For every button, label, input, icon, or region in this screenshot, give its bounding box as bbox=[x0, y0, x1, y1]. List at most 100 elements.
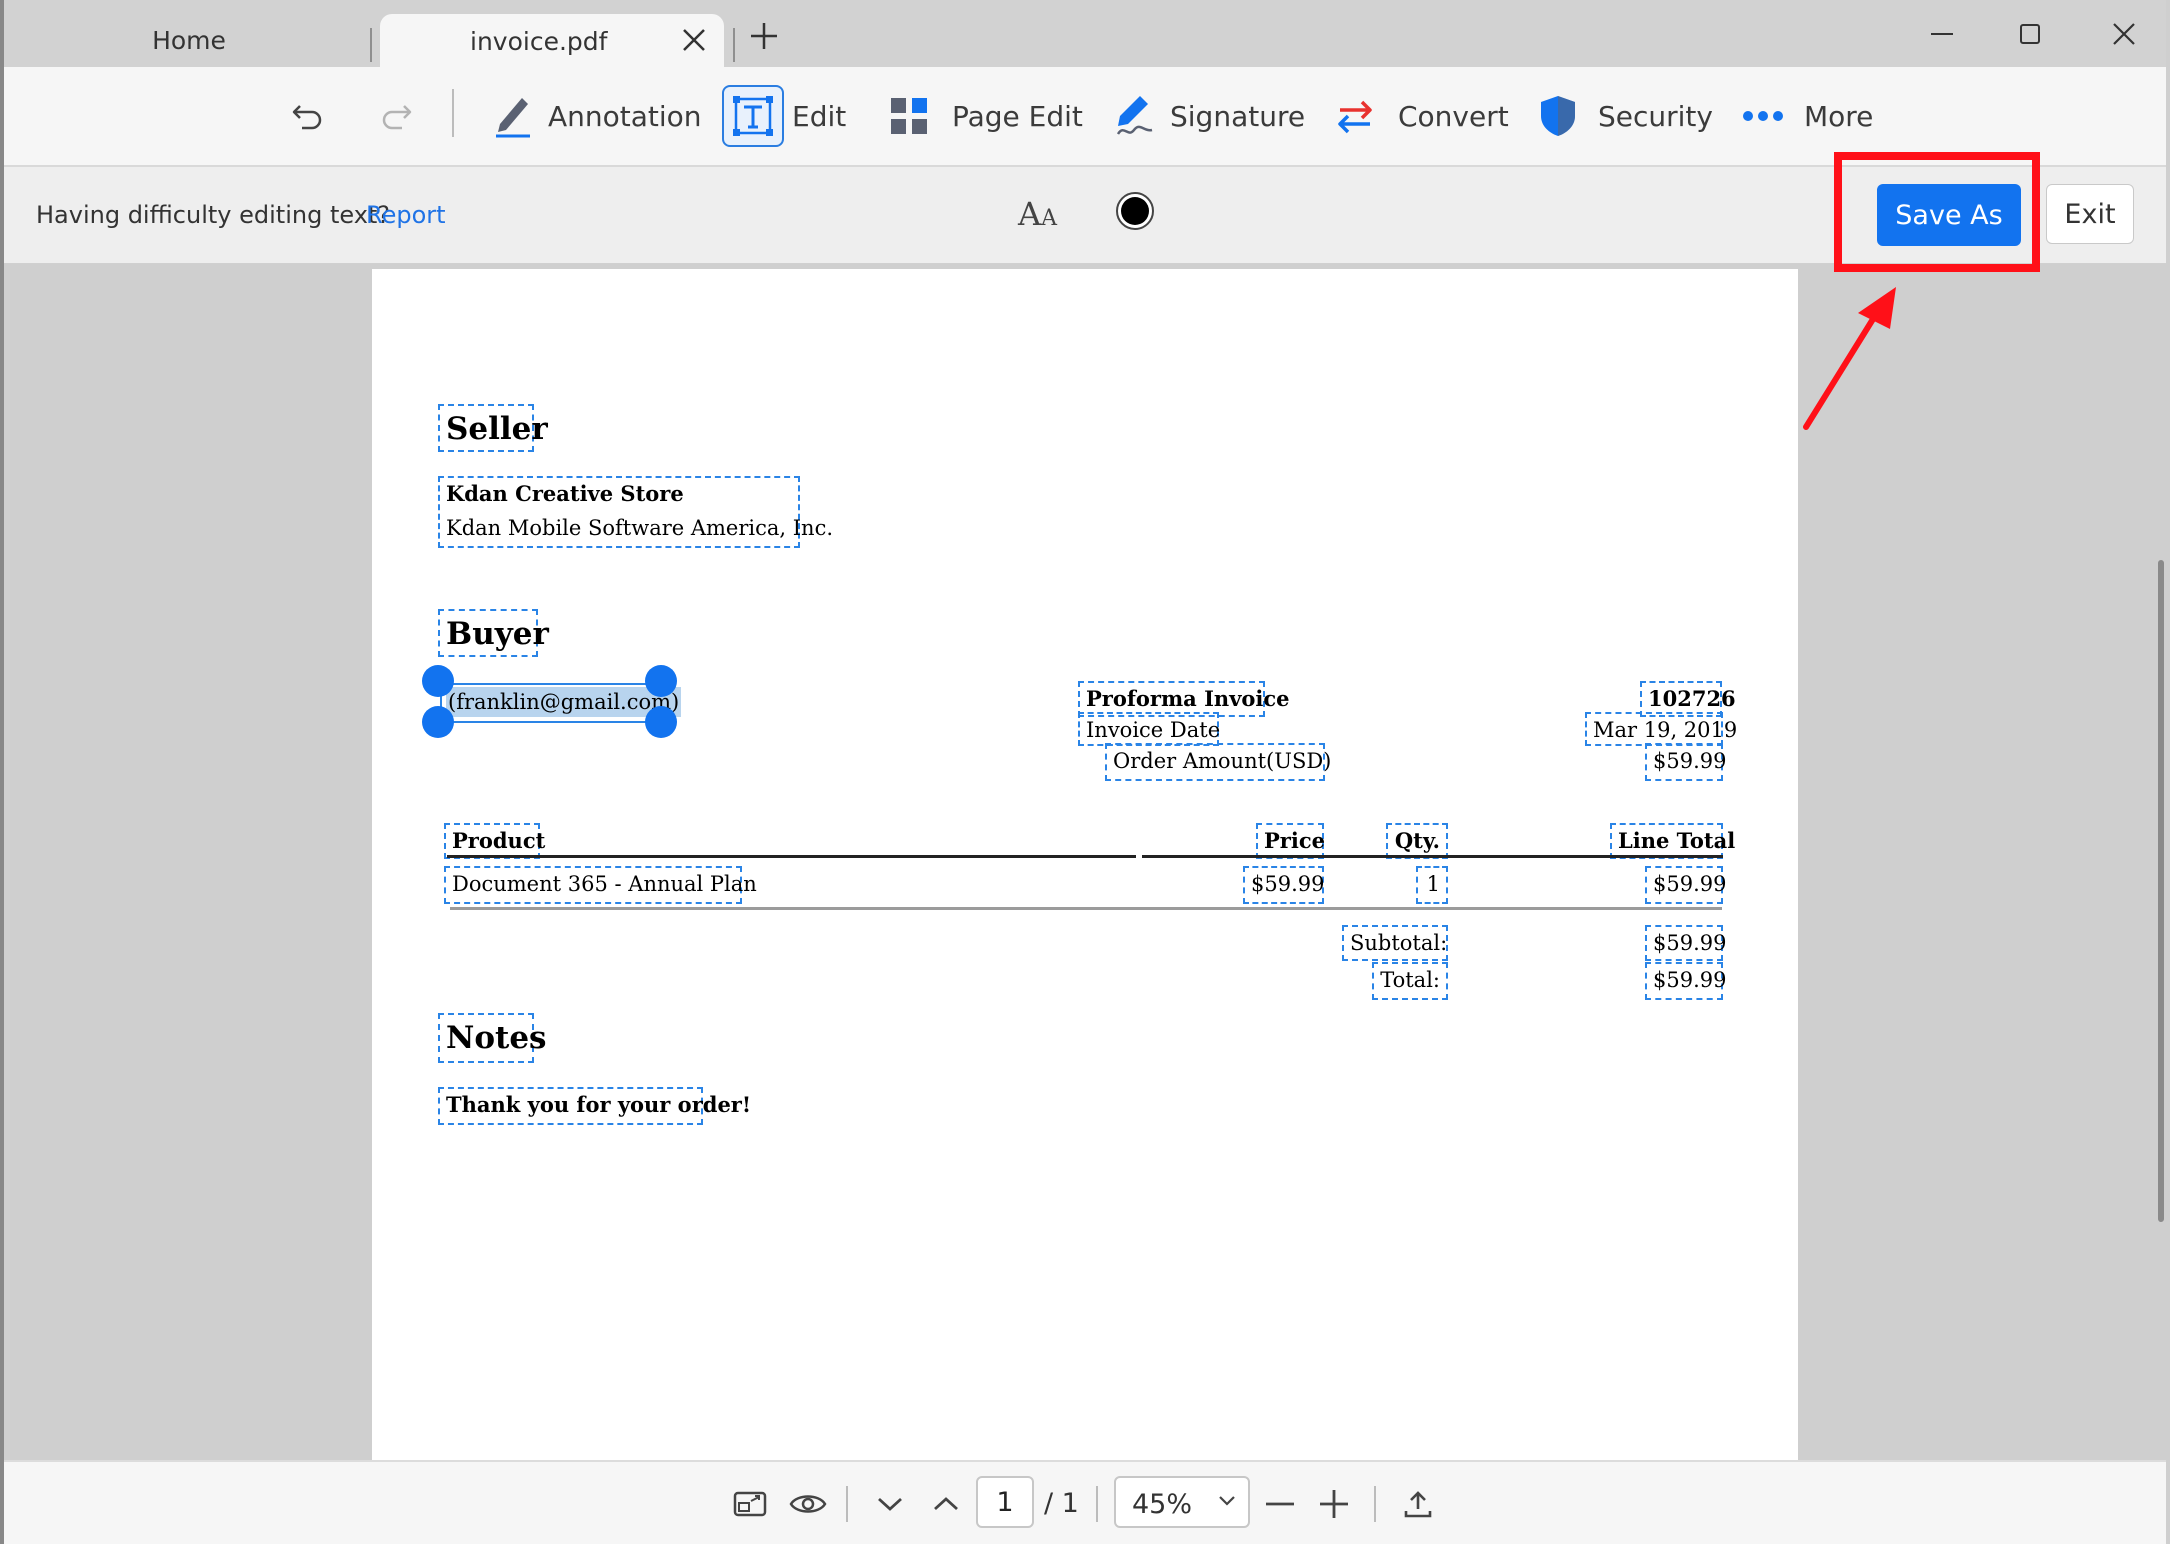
tab-title: invoice.pdf bbox=[470, 27, 608, 56]
close-icon bbox=[2113, 23, 2135, 45]
column-qty[interactable]: Qty. bbox=[1386, 823, 1448, 859]
seller-company: Kdan Mobile Software America, Inc. bbox=[446, 516, 834, 540]
resize-handle-top-right[interactable] bbox=[645, 665, 677, 697]
chevron-up-icon bbox=[934, 1497, 958, 1511]
tab-divider bbox=[733, 28, 735, 62]
header-rule-left bbox=[447, 855, 1136, 858]
eye-icon bbox=[789, 1495, 827, 1513]
annotation-label: Annotation bbox=[548, 99, 702, 133]
tab-invoice-pdf[interactable]: invoice.pdf bbox=[380, 14, 724, 67]
undo-icon bbox=[292, 105, 322, 130]
save-as-highlight-box bbox=[1834, 152, 2040, 272]
red-arrow-icon bbox=[1803, 287, 1896, 430]
zoom-value: 45% bbox=[1132, 1489, 1193, 1520]
redo-button[interactable] bbox=[378, 67, 414, 165]
seller-info-box[interactable]: Kdan Creative Store Kdan Mobile Software… bbox=[438, 476, 834, 548]
vertical-scrollbar[interactable] bbox=[2158, 560, 2164, 1222]
item-qty[interactable]: 1 bbox=[1416, 866, 1448, 904]
maximize-icon bbox=[2020, 24, 2040, 44]
convert-label: Convert bbox=[1398, 99, 1509, 133]
minimize-icon bbox=[1931, 33, 1953, 35]
export-button[interactable] bbox=[1398, 1484, 1438, 1524]
page-edit-tool[interactable]: Page Edit bbox=[890, 67, 1083, 165]
toolbar-divider bbox=[452, 89, 454, 137]
exit-button[interactable]: Exit bbox=[2046, 184, 2134, 244]
upload-icon bbox=[1404, 1491, 1432, 1518]
font-size-small-glyph: A bbox=[1041, 206, 1057, 231]
maximize-button[interactable] bbox=[2006, 16, 2054, 52]
pdf-page bbox=[372, 269, 1798, 1460]
header-rule-right bbox=[1142, 855, 1723, 858]
zoom-select[interactable]: 45% bbox=[1114, 1476, 1250, 1528]
bottom-divider bbox=[846, 1486, 848, 1522]
edit-tool[interactable]: Edit bbox=[722, 67, 846, 165]
close-tab-icon[interactable] bbox=[680, 26, 708, 54]
more-tool[interactable]: More bbox=[1742, 67, 1873, 165]
new-tab-icon[interactable] bbox=[748, 20, 780, 52]
zoom-in-button[interactable] bbox=[1314, 1484, 1354, 1524]
resize-handle-bottom-right[interactable] bbox=[645, 706, 677, 738]
pen-icon bbox=[496, 98, 530, 138]
close-window-button[interactable] bbox=[2100, 16, 2148, 52]
report-link[interactable]: Report bbox=[366, 201, 446, 229]
security-label: Security bbox=[1598, 99, 1713, 133]
signature-tool[interactable]: Signature bbox=[1114, 67, 1305, 165]
notes-heading[interactable]: Notes bbox=[438, 1013, 547, 1063]
order-amount-label[interactable]: Order Amount(USD) bbox=[1105, 743, 1331, 781]
plus-icon bbox=[1320, 1490, 1348, 1518]
item-line-total[interactable]: $59.99 bbox=[1645, 866, 1726, 904]
page-number-input[interactable]: 1 bbox=[976, 1476, 1034, 1528]
column-price[interactable]: Price bbox=[1256, 823, 1325, 859]
column-line-total[interactable]: Line Total bbox=[1610, 823, 1735, 859]
editing-hint: Having difficulty editing text? bbox=[36, 201, 391, 229]
resize-handle-top-left[interactable] bbox=[422, 665, 454, 697]
grid-icon bbox=[891, 98, 927, 134]
more-dots-icon bbox=[1743, 111, 1783, 121]
item-price[interactable]: $59.99 bbox=[1243, 866, 1324, 904]
shield-icon bbox=[1541, 96, 1575, 136]
signature-label: Signature bbox=[1170, 99, 1306, 133]
page-total: / 1 bbox=[1044, 1488, 1079, 1519]
next-page-button[interactable] bbox=[870, 1484, 910, 1524]
annotation-tool[interactable]: Annotation bbox=[492, 67, 702, 165]
convert-tool[interactable]: Convert bbox=[1334, 67, 1509, 165]
tab-divider bbox=[370, 28, 372, 62]
view-mode-button[interactable] bbox=[788, 1484, 828, 1524]
column-product[interactable]: Product bbox=[444, 823, 545, 859]
bottom-divider bbox=[1096, 1486, 1098, 1522]
order-amount[interactable]: $59.99 bbox=[1645, 743, 1726, 781]
font-size-button[interactable]: AA bbox=[1018, 195, 1057, 233]
notes-text[interactable]: Thank you for your order! bbox=[438, 1087, 751, 1125]
total-label[interactable]: Total: bbox=[1372, 962, 1448, 1000]
resize-handle-bottom-left[interactable] bbox=[422, 706, 454, 738]
app-window: Home invoice.pdf Annotation Edit Page Ed… bbox=[0, 0, 2170, 1544]
chevron-down-icon bbox=[1219, 1496, 1235, 1506]
bottom-navigation-bar: 1 / 1 45% bbox=[4, 1460, 2166, 1544]
item-product[interactable]: Document 365 - Annual Plan bbox=[444, 866, 757, 904]
subtotal-label[interactable]: Subtotal: bbox=[1342, 925, 1448, 961]
previous-page-button[interactable] bbox=[926, 1484, 966, 1524]
undo-button[interactable] bbox=[290, 67, 326, 165]
page-edit-label: Page Edit bbox=[952, 99, 1083, 133]
seller-heading[interactable]: Seller bbox=[438, 404, 548, 452]
redo-icon bbox=[382, 105, 412, 130]
text-color-picker[interactable] bbox=[1116, 192, 1154, 230]
buyer-email[interactable]: (franklin@gmail.com) bbox=[446, 687, 682, 717]
buyer-heading[interactable]: Buyer bbox=[438, 609, 549, 657]
tab-home[interactable]: Home bbox=[8, 14, 370, 67]
total-value[interactable]: $59.99 bbox=[1645, 962, 1726, 1000]
security-tool[interactable]: Security bbox=[1538, 67, 1713, 165]
row-rule bbox=[450, 907, 1722, 910]
convert-icon bbox=[1338, 100, 1372, 134]
subtotal-value[interactable]: $59.99 bbox=[1645, 925, 1726, 961]
minimize-button[interactable] bbox=[1918, 16, 1966, 52]
bottom-divider bbox=[1374, 1486, 1376, 1522]
invoice-date[interactable]: Mar 19, 2019 bbox=[1585, 712, 1737, 746]
zoom-out-button[interactable] bbox=[1260, 1484, 1300, 1524]
fit-page-button[interactable] bbox=[730, 1484, 770, 1524]
minus-icon bbox=[1266, 1502, 1294, 1506]
more-label: More bbox=[1804, 99, 1874, 133]
edit-label: Edit bbox=[792, 99, 847, 133]
color-swatch bbox=[1121, 197, 1149, 225]
invoice-date-label[interactable]: Invoice Date bbox=[1078, 712, 1220, 746]
